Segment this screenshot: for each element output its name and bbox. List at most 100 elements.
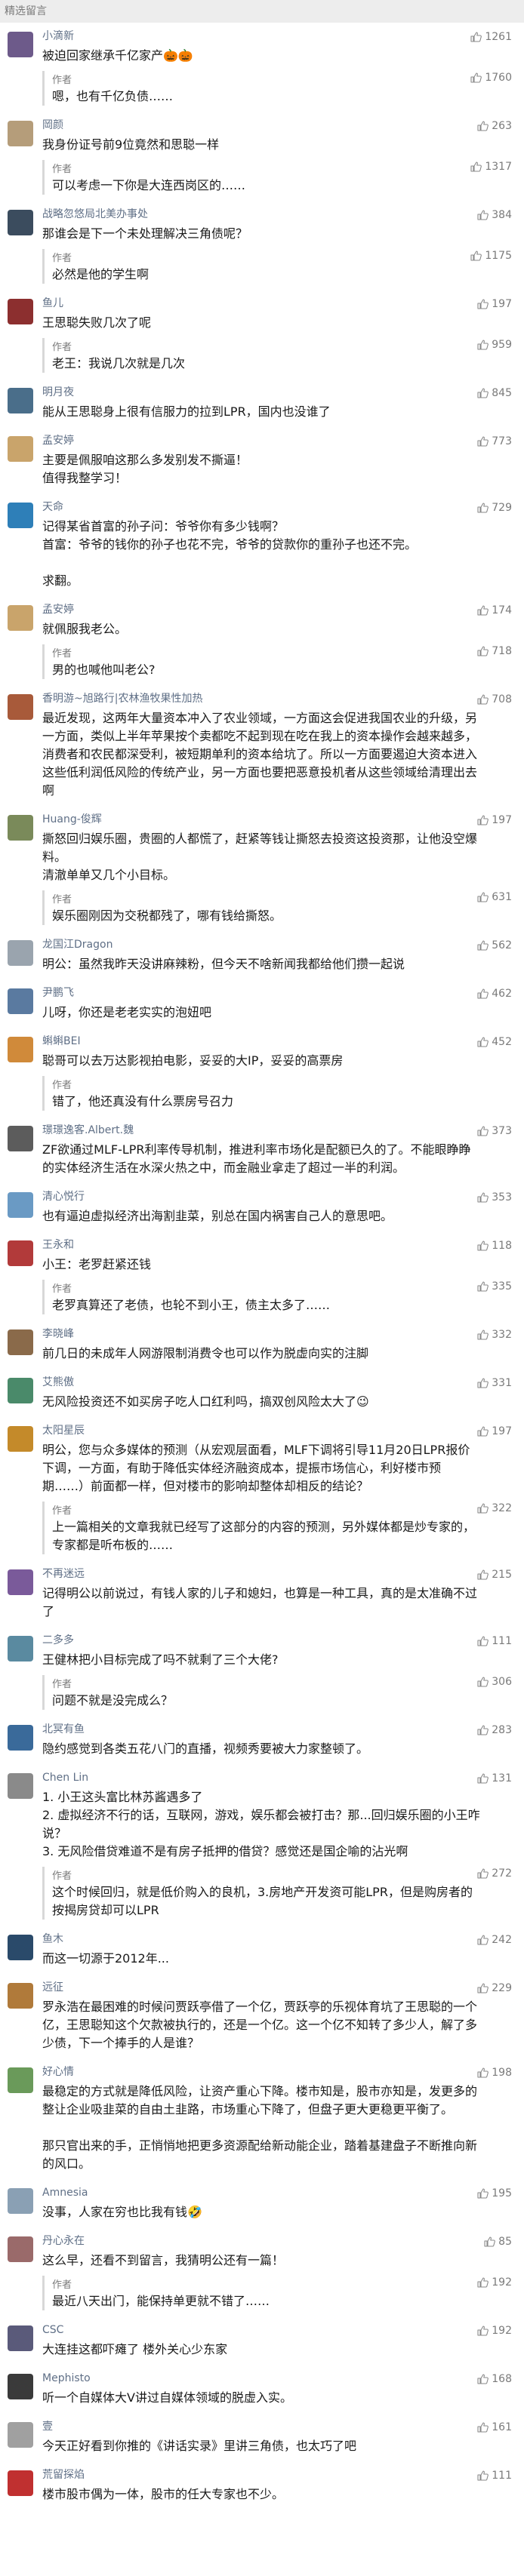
commenter-nickname[interactable]: 香明游~旭路行|农林渔牧果性加热 xyxy=(42,691,435,706)
commenter-nickname[interactable]: Mephisto xyxy=(42,2371,435,2386)
avatar[interactable] xyxy=(8,1569,33,1595)
commenter-nickname[interactable]: 清心悦行 xyxy=(42,1189,435,1204)
commenter-nickname[interactable]: 鱼木 xyxy=(42,1932,435,1947)
avatar[interactable] xyxy=(8,1126,33,1151)
commenter-nickname[interactable]: 王永和 xyxy=(42,1237,435,1253)
like-button[interactable]: 118 xyxy=(477,1239,512,1253)
avatar[interactable] xyxy=(8,1240,33,1266)
avatar[interactable] xyxy=(8,1192,33,1218)
commenter-nickname[interactable]: 孟安婷 xyxy=(42,602,435,617)
like-button[interactable]: 1261 xyxy=(470,30,512,44)
avatar[interactable] xyxy=(8,388,33,413)
commenter-nickname[interactable]: 荒留探焰 xyxy=(42,2467,435,2482)
commenter-nickname[interactable]: Huang-俊辉 xyxy=(42,812,435,827)
like-button[interactable]: 111 xyxy=(477,1634,512,1648)
reply-like-button[interactable]: 272 xyxy=(477,1867,512,1880)
like-button[interactable]: 85 xyxy=(484,2235,512,2249)
avatar[interactable] xyxy=(8,605,33,631)
like-button[interactable]: 197 xyxy=(477,813,512,827)
like-button[interactable]: 452 xyxy=(477,1035,512,1049)
commenter-nickname[interactable]: 岡颜 xyxy=(42,118,435,133)
commenter-nickname[interactable]: 尹鹏飞 xyxy=(42,985,435,1001)
avatar[interactable] xyxy=(8,2067,33,2093)
avatar[interactable] xyxy=(8,2188,33,2214)
commenter-nickname[interactable]: 明月夜 xyxy=(42,385,435,400)
avatar[interactable] xyxy=(8,988,33,1014)
avatar[interactable] xyxy=(8,1983,33,2009)
reply-like-button[interactable]: 1760 xyxy=(470,71,512,85)
avatar[interactable] xyxy=(8,1037,33,1062)
commenter-nickname[interactable]: 壹 xyxy=(42,2419,435,2434)
avatar[interactable] xyxy=(8,2374,33,2399)
reply-like-button[interactable]: 1175 xyxy=(470,249,512,263)
commenter-nickname[interactable]: CSC xyxy=(42,2322,435,2338)
commenter-nickname[interactable]: 龙国江Dragon xyxy=(42,937,435,952)
like-button[interactable]: 384 xyxy=(477,208,512,222)
reply-like-button[interactable]: 1317 xyxy=(470,160,512,174)
commenter-nickname[interactable]: 丹心永在 xyxy=(42,2233,435,2249)
avatar[interactable] xyxy=(8,210,33,235)
like-button[interactable]: 131 xyxy=(477,1772,512,1785)
commenter-nickname[interactable]: 艾熊傲 xyxy=(42,1375,435,1390)
commenter-nickname[interactable]: 战略忽悠局北美办事处 xyxy=(42,207,435,222)
commenter-nickname[interactable]: 璟璟逸客.Albert.魏 xyxy=(42,1123,435,1138)
like-button[interactable]: 373 xyxy=(477,1124,512,1138)
commenter-nickname[interactable]: 远征 xyxy=(42,1980,435,1995)
avatar[interactable] xyxy=(8,1426,33,1452)
avatar[interactable] xyxy=(8,503,33,528)
reply-like-button[interactable]: 192 xyxy=(477,2276,512,2289)
like-button[interactable]: 161 xyxy=(477,2421,512,2434)
like-button[interactable]: 215 xyxy=(477,1568,512,1582)
like-button[interactable]: 353 xyxy=(477,1191,512,1204)
like-button[interactable]: 111 xyxy=(477,2469,512,2482)
like-button[interactable]: 198 xyxy=(477,2066,512,2080)
commenter-nickname[interactable]: 二多多 xyxy=(42,1633,435,1648)
avatar[interactable] xyxy=(8,2470,33,2496)
avatar[interactable] xyxy=(8,1725,33,1751)
like-button[interactable]: 708 xyxy=(477,693,512,706)
avatar[interactable] xyxy=(8,940,33,966)
commenter-nickname[interactable]: 小滴新 xyxy=(42,29,435,44)
avatar[interactable] xyxy=(8,1636,33,1661)
reply-like-button[interactable]: 322 xyxy=(477,1502,512,1515)
like-button[interactable]: 263 xyxy=(477,119,512,133)
avatar[interactable] xyxy=(8,815,33,841)
commenter-nickname[interactable]: Amnesia xyxy=(42,2185,435,2200)
commenter-nickname[interactable]: 李晓峰 xyxy=(42,1326,435,1342)
avatar[interactable] xyxy=(8,2325,33,2351)
commenter-nickname[interactable]: 蝌蝌BEI xyxy=(42,1034,435,1049)
like-button[interactable]: 242 xyxy=(477,1933,512,1947)
like-button[interactable]: 195 xyxy=(477,2187,512,2200)
commenter-nickname[interactable]: 北冥有鱼 xyxy=(42,1722,435,1737)
reply-like-button[interactable]: 959 xyxy=(477,338,512,352)
avatar[interactable] xyxy=(8,32,33,57)
like-button[interactable]: 174 xyxy=(477,604,512,617)
avatar[interactable] xyxy=(8,694,33,720)
like-button[interactable]: 462 xyxy=(477,987,512,1001)
like-button[interactable]: 197 xyxy=(477,1425,512,1438)
avatar[interactable] xyxy=(8,1329,33,1355)
like-button[interactable]: 197 xyxy=(477,297,512,311)
reply-like-button[interactable]: 335 xyxy=(477,1280,512,1293)
avatar[interactable] xyxy=(8,121,33,146)
reply-like-button[interactable]: 718 xyxy=(477,644,512,658)
avatar[interactable] xyxy=(8,2422,33,2448)
like-button[interactable]: 562 xyxy=(477,939,512,952)
commenter-nickname[interactable]: 太阳星辰 xyxy=(42,1423,435,1438)
like-button[interactable]: 192 xyxy=(477,2324,512,2338)
avatar[interactable] xyxy=(8,1935,33,1960)
commenter-nickname[interactable]: 孟安婷 xyxy=(42,433,435,448)
commenter-nickname[interactable]: 鱼儿 xyxy=(42,296,435,311)
avatar[interactable] xyxy=(8,2236,33,2262)
like-button[interactable]: 229 xyxy=(477,1981,512,1995)
like-button[interactable]: 729 xyxy=(477,501,512,515)
commenter-nickname[interactable]: 不再迷远 xyxy=(42,1566,435,1582)
commenter-nickname[interactable]: Chen Lin xyxy=(42,1770,435,1785)
avatar[interactable] xyxy=(8,299,33,324)
like-button[interactable]: 332 xyxy=(477,1328,512,1342)
commenter-nickname[interactable]: 天命 xyxy=(42,500,435,515)
avatar[interactable] xyxy=(8,436,33,462)
like-button[interactable]: 283 xyxy=(477,1723,512,1737)
avatar[interactable] xyxy=(8,1378,33,1403)
reply-like-button[interactable]: 306 xyxy=(477,1675,512,1689)
